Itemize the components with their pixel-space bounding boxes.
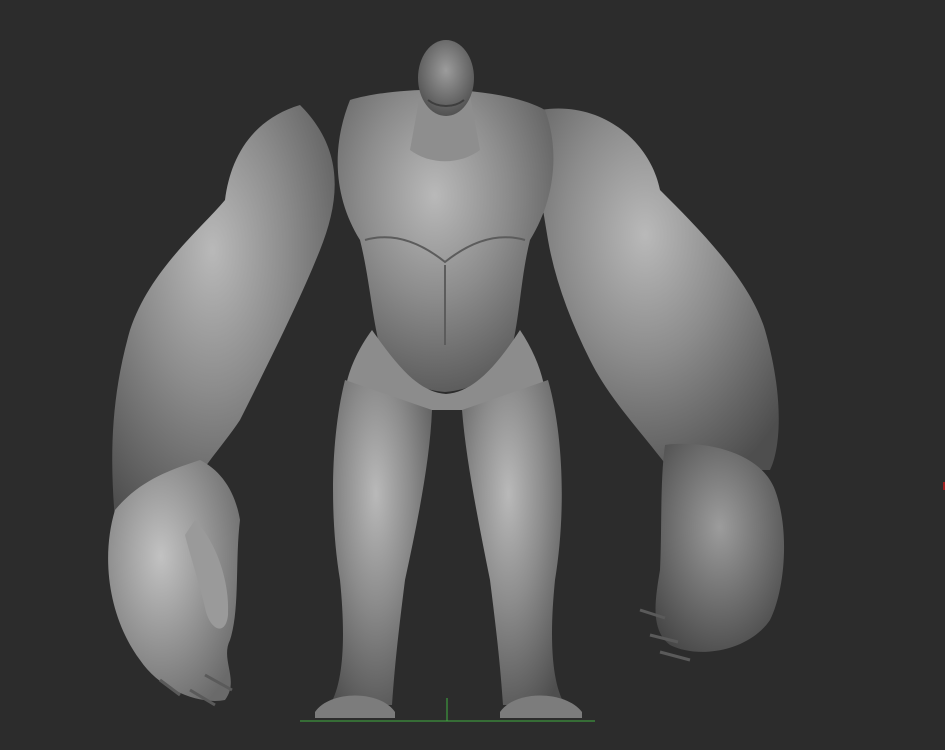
right-arm bbox=[535, 108, 779, 470]
viewport-canvas[interactable] bbox=[0, 0, 945, 750]
left-arm bbox=[112, 105, 335, 520]
head bbox=[418, 40, 474, 116]
right-leg bbox=[462, 380, 565, 705]
sculpt-viewport[interactable] bbox=[0, 0, 945, 750]
left-leg bbox=[330, 380, 432, 705]
right-hand bbox=[655, 443, 785, 652]
creature-model[interactable] bbox=[108, 40, 785, 718]
